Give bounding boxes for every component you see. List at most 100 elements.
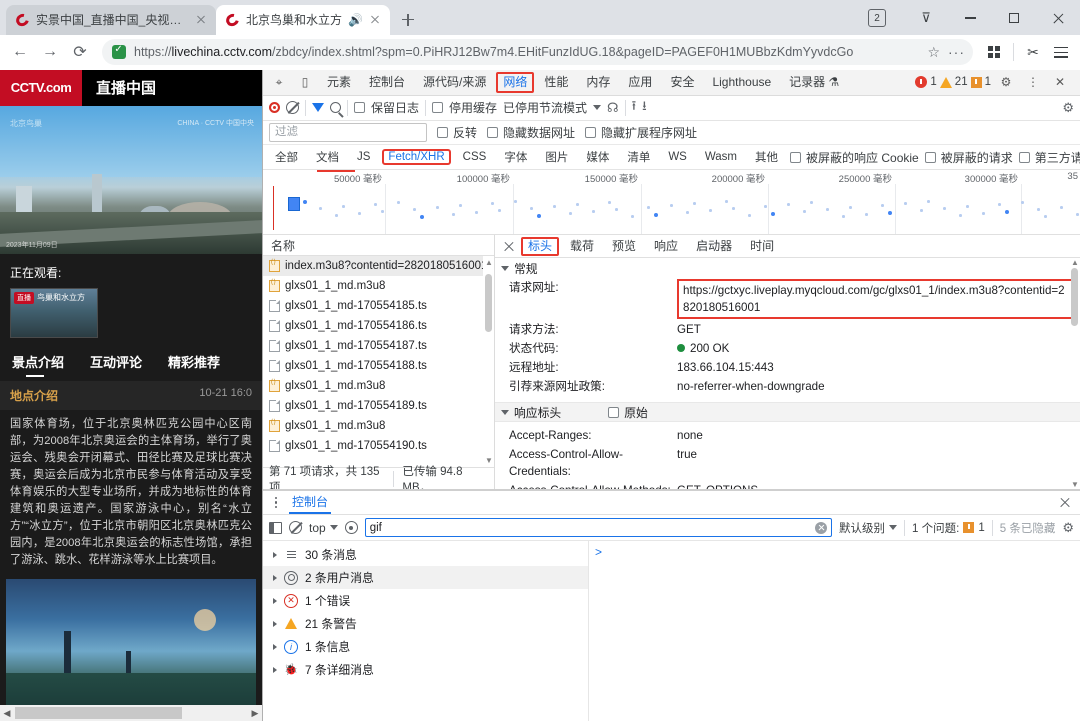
blocked-cookies-group[interactable]: 被屏蔽的响应 Cookie xyxy=(790,149,919,166)
chevron-right-icon[interactable] xyxy=(273,666,277,673)
chip-js[interactable]: JS xyxy=(351,150,376,164)
tab-application[interactable]: 应用 xyxy=(620,70,660,94)
scroll-up-arrow-icon[interactable]: ▲ xyxy=(485,258,493,267)
chevron-down-icon[interactable] xyxy=(593,105,602,111)
table-row[interactable]: index.m3u8?contentid=2820180516001 xyxy=(263,256,494,277)
tab-performance[interactable]: 性能 xyxy=(536,70,576,94)
drawer-more-icon[interactable] xyxy=(269,496,283,509)
settings-gear-icon[interactable]: ⚙ xyxy=(994,71,1018,93)
table-row[interactable]: glxs01_1_md.m3u8 xyxy=(263,276,494,296)
table-row[interactable]: glxs01_1_md-170554189.ts xyxy=(263,396,494,416)
general-section-header[interactable]: 常规 xyxy=(495,258,1080,278)
list-item[interactable]: i 1 条信息 xyxy=(263,635,588,658)
details-tab-response[interactable]: 响应 xyxy=(647,235,685,257)
chip-other[interactable]: 其他 xyxy=(749,148,784,166)
tab-sources[interactable]: 源代码/来源 xyxy=(415,70,494,94)
chip-fetch-xhr[interactable]: Fetch/XHR xyxy=(382,149,451,166)
table-row[interactable]: glxs01_1_md-170554188.ts xyxy=(263,356,494,376)
chevron-right-icon[interactable] xyxy=(273,620,277,627)
table-row[interactable]: glxs01_1_md.m3u8 xyxy=(263,376,494,396)
tab-network[interactable]: 网络 xyxy=(496,71,535,93)
drawer-tab-console[interactable]: 控制台 xyxy=(289,491,332,515)
search-icon[interactable] xyxy=(330,102,341,114)
request-list-header[interactable]: 名称 xyxy=(263,235,494,257)
scroll-right-arrow-icon[interactable]: ▶ xyxy=(248,708,262,719)
close-details-icon[interactable] xyxy=(501,238,517,254)
throttling-label[interactable]: 已停用节流模式 xyxy=(503,99,587,116)
scroll-thumb[interactable] xyxy=(15,707,183,719)
new-tab-button[interactable] xyxy=(394,6,422,34)
tab-recorder[interactable]: 记录器 ⚗ xyxy=(781,70,847,94)
clear-console-icon[interactable] xyxy=(289,521,302,535)
scroll-down-arrow-icon[interactable]: ▼ xyxy=(1071,480,1079,489)
disable-cache-checkbox[interactable] xyxy=(432,102,444,114)
close-drawer-icon[interactable] xyxy=(1058,496,1072,510)
details-tab-timing[interactable]: 时间 xyxy=(743,235,781,257)
list-item[interactable]: 🐞 7 条详细消息 xyxy=(263,658,588,681)
import-har-icon[interactable]: ⭱ xyxy=(632,97,637,119)
table-row[interactable]: glxs01_1_md-170554185.ts xyxy=(263,296,494,316)
error-counter[interactable]: 1 xyxy=(915,76,937,89)
devtools-close-icon[interactable]: ✕ xyxy=(1048,71,1072,93)
details-tab-initiator[interactable]: 启动器 xyxy=(689,235,739,257)
console-output[interactable]: > xyxy=(589,541,1080,721)
tab-search-icon[interactable]: ⊽ xyxy=(904,1,948,35)
request-rows-container[interactable]: index.m3u8?contentid=2820180516001 glxs0… xyxy=(263,256,494,468)
blocked-requests-checkbox[interactable] xyxy=(924,151,936,163)
blocked-cookies-checkbox[interactable] xyxy=(790,151,802,163)
omnibox-overflow-icon[interactable]: ··· xyxy=(948,44,965,60)
chip-manifest[interactable]: 清单 xyxy=(621,148,656,166)
browser-tab-1[interactable]: 实景中国_直播中国_央视网(c xyxy=(6,4,216,35)
chip-all[interactable]: 全部 xyxy=(269,148,304,166)
table-row[interactable]: glxs01_1_md.m3u8 xyxy=(263,416,494,436)
log-level-selector[interactable]: 默认级别 xyxy=(839,520,898,536)
blocked-requests-group[interactable]: 被屏蔽的请求 xyxy=(924,149,1013,166)
chevron-right-icon[interactable] xyxy=(273,574,277,581)
scroll-thumb[interactable] xyxy=(485,274,492,333)
channel-thumbnail[interactable]: 直播 鸟巢和水立方 xyxy=(10,287,98,338)
third-party-checkbox[interactable] xyxy=(1018,151,1030,163)
maximize-button[interactable] xyxy=(992,1,1036,35)
scroll-down-arrow-icon[interactable]: ▼ xyxy=(485,456,493,465)
details-tab-payload[interactable]: 载荷 xyxy=(563,235,601,257)
table-row[interactable]: glxs01_1_md-170554186.ts xyxy=(263,316,494,336)
hide-extension-urls-checkbox[interactable] xyxy=(585,126,597,138)
inspect-element-icon[interactable]: ⌖ xyxy=(267,71,291,93)
live-expression-icon[interactable] xyxy=(344,521,358,535)
scroll-track[interactable] xyxy=(15,707,247,719)
screenshot-scissors-icon[interactable]: ✂ xyxy=(1020,39,1046,65)
chip-css[interactable]: CSS xyxy=(457,150,493,164)
preserve-log-checkbox[interactable] xyxy=(354,102,365,114)
list-item[interactable]: 2 条用户消息 xyxy=(263,566,588,590)
list-item[interactable]: 30 条消息 xyxy=(263,543,588,566)
tab-security[interactable]: 安全 xyxy=(662,70,702,94)
forward-icon[interactable]: → xyxy=(36,38,64,66)
filter-funnel-icon[interactable] xyxy=(312,103,324,113)
network-conditions-icon[interactable]: ☊ xyxy=(607,100,619,116)
invert-checkbox[interactable] xyxy=(437,126,448,138)
record-button-icon[interactable] xyxy=(269,102,280,114)
clear-network-icon[interactable] xyxy=(286,101,299,115)
chip-img[interactable]: 图片 xyxy=(539,148,574,166)
context-selector[interactable]: top xyxy=(309,521,338,535)
clear-filter-icon[interactable] xyxy=(815,521,828,534)
list-item[interactable]: ✕ 1 个错误 xyxy=(263,589,588,612)
scroll-up-arrow-icon[interactable]: ▲ xyxy=(1071,258,1079,267)
browser-tab-2[interactable]: 北京鸟巢和水立方 🔊 xyxy=(216,4,391,35)
page-tab-comments[interactable]: 互动评论 xyxy=(90,352,142,377)
page-horizontal-scrollbar[interactable]: ◀ ▶ xyxy=(0,705,262,721)
page-tab-attraction[interactable]: 景点介绍 xyxy=(12,352,64,377)
chip-font[interactable]: 字体 xyxy=(498,148,533,166)
details-tab-preview[interactable]: 预览 xyxy=(605,235,643,257)
tab-count-badge[interactable]: 2 xyxy=(868,9,886,27)
table-row[interactable]: glxs01_1_md-170554190.ts xyxy=(263,436,494,456)
chip-media[interactable]: 媒体 xyxy=(580,148,615,166)
chip-wasm[interactable]: Wasm xyxy=(699,150,743,164)
tab-console[interactable]: 控制台 xyxy=(361,70,413,94)
third-party-group[interactable]: 第三方请求 xyxy=(1018,149,1080,166)
chevron-right-icon[interactable] xyxy=(273,551,277,558)
apps-grid-icon[interactable] xyxy=(981,39,1007,65)
table-row[interactable]: glxs01_1_md-170554187.ts xyxy=(263,336,494,356)
list-item[interactable]: 21 条警告 xyxy=(263,612,588,635)
bookmark-star-icon[interactable]: ☆ xyxy=(927,44,940,61)
